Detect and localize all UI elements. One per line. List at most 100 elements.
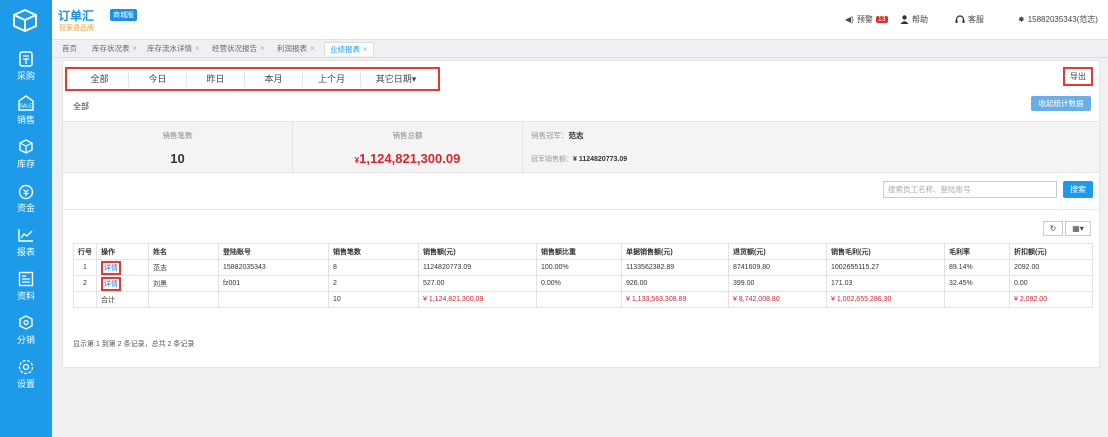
money-icon bbox=[18, 184, 34, 200]
cell-total-discount: ¥ 2,092.00 bbox=[1009, 291, 1093, 308]
sidebar: 采购 SALE 销售 库存 资金 报表 资料 分销 设置 bbox=[0, 40, 52, 437]
column-header[interactable]: 销售笔数 bbox=[328, 243, 419, 260]
distribution-icon bbox=[19, 315, 33, 330]
cell-count: 8 bbox=[328, 259, 419, 276]
stat-sales-total: 销售总额 ¥1,124,821,300.09 bbox=[293, 122, 523, 174]
account-menu[interactable]: ✸ 15882035343(范志) bbox=[1018, 14, 1098, 25]
tab-strip: 首页 库存状况表 × 库存流水详情 × 经营状况报告 × 利润报表 × 业绩报表 × bbox=[52, 40, 1108, 58]
close-icon[interactable]: × bbox=[260, 44, 265, 53]
filter-yesterday[interactable]: 昨日 bbox=[187, 72, 245, 87]
sidebar-label: 资金 bbox=[16, 203, 35, 213]
collapse-stats-button[interactable]: 收起统计数据 bbox=[1031, 96, 1091, 111]
sidebar-label: 报表 bbox=[16, 247, 35, 257]
cell-ratio: 0.00% bbox=[536, 275, 622, 292]
cell-total-label: 合计 bbox=[96, 291, 149, 308]
champ-name: 范志 bbox=[568, 131, 584, 140]
cell-no: 1 bbox=[73, 259, 97, 276]
close-icon[interactable]: × bbox=[310, 44, 315, 53]
sidebar-label: 库存 bbox=[16, 159, 35, 169]
filter-all[interactable]: 全部 bbox=[71, 72, 129, 87]
stat-label: 销售笔数 bbox=[162, 131, 193, 140]
help-button[interactable]: 帮助 bbox=[900, 14, 928, 25]
service-button[interactable]: 客服 bbox=[955, 14, 984, 25]
cell-profit: 1002655115.27 bbox=[826, 259, 945, 276]
column-header[interactable]: 单据销售额(元) bbox=[621, 243, 729, 260]
tab-business-report[interactable]: 经营状况报告 × bbox=[212, 43, 265, 54]
champ-label: 销售冠军： bbox=[531, 131, 569, 140]
tab-label: 业绩报表 bbox=[330, 45, 360, 54]
cell-sales: 527.00 bbox=[418, 275, 537, 292]
search-button[interactable]: 搜索 bbox=[1063, 181, 1093, 198]
cell-sales: 1124820773.09 bbox=[418, 259, 537, 276]
cell-empty bbox=[73, 291, 97, 308]
filter-last-month[interactable]: 上个月 bbox=[303, 72, 361, 87]
table-row: 1 详情 范志 15882035343 8 1124820773.09 100.… bbox=[73, 259, 1093, 276]
sidebar-item-stock[interactable]: 库存 bbox=[0, 136, 52, 180]
filter-other-date[interactable]: 其它日期▾ bbox=[361, 72, 431, 87]
cell-bill: 926.00 bbox=[621, 275, 729, 292]
stats-summary: 销售笔数 10 销售总额 ¥1,124,821,300.09 销售冠军：范志 冠… bbox=[63, 121, 1099, 174]
column-header[interactable]: 销售额比重 bbox=[536, 243, 622, 260]
close-icon[interactable]: × bbox=[133, 44, 138, 53]
column-header: 操作 bbox=[96, 243, 149, 260]
tab-home[interactable]: 首页 bbox=[62, 43, 77, 54]
total-amount: 1,124,821,300.09 bbox=[359, 151, 461, 166]
column-header[interactable]: 毛利率 bbox=[944, 243, 1010, 260]
sidebar-label: 资料 bbox=[16, 291, 35, 301]
column-header[interactable]: 登陆账号 bbox=[218, 243, 329, 260]
table-header-row: 行号 操作 姓名 登陆账号 销售笔数 销售额(元) 销售额比重 单据销售额(元)… bbox=[73, 243, 1093, 260]
sale-icon: SALE bbox=[18, 95, 34, 111]
champ-amount-label: 冠军销售额： bbox=[531, 156, 573, 163]
sidebar-label: 分销 bbox=[16, 335, 35, 345]
cell-discount: 2092.00 bbox=[1009, 259, 1093, 276]
sidebar-item-distribution[interactable]: 分销 bbox=[0, 312, 52, 356]
tab-label: 库存流水详情 bbox=[147, 44, 192, 53]
tab-stock-flow[interactable]: 库存流水详情 × bbox=[147, 43, 200, 54]
detail-link[interactable]: 详情 bbox=[101, 260, 121, 275]
cell-bill: 1133562382.89 bbox=[621, 259, 729, 276]
sidebar-item-report[interactable]: 报表 bbox=[0, 224, 52, 268]
detail-link[interactable]: 详情 bbox=[101, 276, 121, 291]
sidebar-label: 采购 bbox=[16, 71, 35, 81]
cell-total-refund: ¥ 8,742,008.80 bbox=[728, 291, 827, 308]
cell-count: 2 bbox=[328, 275, 419, 292]
sidebar-item-data[interactable]: 资料 bbox=[0, 268, 52, 312]
column-header[interactable]: 退货额(元) bbox=[728, 243, 827, 260]
search-input[interactable]: 搜索员工名称、登陆账号 bbox=[883, 181, 1057, 198]
column-header[interactable]: 折扣额(元) bbox=[1009, 243, 1093, 260]
column-header: 行号 bbox=[73, 243, 97, 260]
cell-op: 详情 bbox=[96, 275, 149, 292]
headset-icon bbox=[955, 15, 965, 23]
alerts-button[interactable]: ◀) 预警 13 bbox=[845, 14, 888, 25]
logo bbox=[0, 0, 52, 40]
close-icon[interactable]: × bbox=[195, 44, 200, 53]
brand-sub: 管家婆品牌 bbox=[59, 25, 94, 32]
tab-profit-report[interactable]: 利润报表 × bbox=[277, 43, 315, 54]
cell-empty bbox=[944, 291, 1010, 308]
filter-today[interactable]: 今日 bbox=[129, 72, 187, 87]
cell-margin: 89.14% bbox=[944, 259, 1010, 276]
tab-stock-status[interactable]: 库存状况表 × bbox=[92, 43, 137, 54]
tab-performance-report[interactable]: 业绩报表 × bbox=[324, 42, 374, 56]
alerts-badge: 13 bbox=[875, 16, 888, 23]
cube-logo-icon bbox=[13, 8, 37, 32]
tab-label: 经营状况报告 bbox=[212, 44, 257, 53]
sidebar-item-purchase[interactable]: 采购 bbox=[0, 48, 52, 92]
sidebar-item-money[interactable]: 资金 bbox=[0, 180, 52, 224]
cell-empty bbox=[536, 291, 622, 308]
sidebar-item-sale[interactable]: SALE 销售 bbox=[0, 92, 52, 136]
champ-amount: ¥ 1124820773.09 bbox=[573, 156, 628, 163]
user-icon bbox=[900, 15, 909, 24]
close-icon[interactable]: × bbox=[363, 45, 368, 54]
cell-op: 详情 bbox=[96, 259, 149, 276]
refresh-button[interactable]: ↻ bbox=[1043, 221, 1063, 236]
columns-button[interactable]: ▦▾ bbox=[1065, 221, 1091, 236]
cell-refund: 399.00 bbox=[728, 275, 827, 292]
refresh-icon: ↻ bbox=[1049, 224, 1057, 233]
column-header[interactable]: 销售额(元) bbox=[418, 243, 537, 260]
column-header[interactable]: 销售毛利(元) bbox=[826, 243, 945, 260]
export-button[interactable]: 导出 bbox=[1063, 67, 1093, 86]
column-header[interactable]: 姓名 bbox=[148, 243, 219, 260]
filter-this-month[interactable]: 本月 bbox=[245, 72, 303, 87]
sidebar-item-settings[interactable]: 设置 bbox=[0, 356, 52, 400]
